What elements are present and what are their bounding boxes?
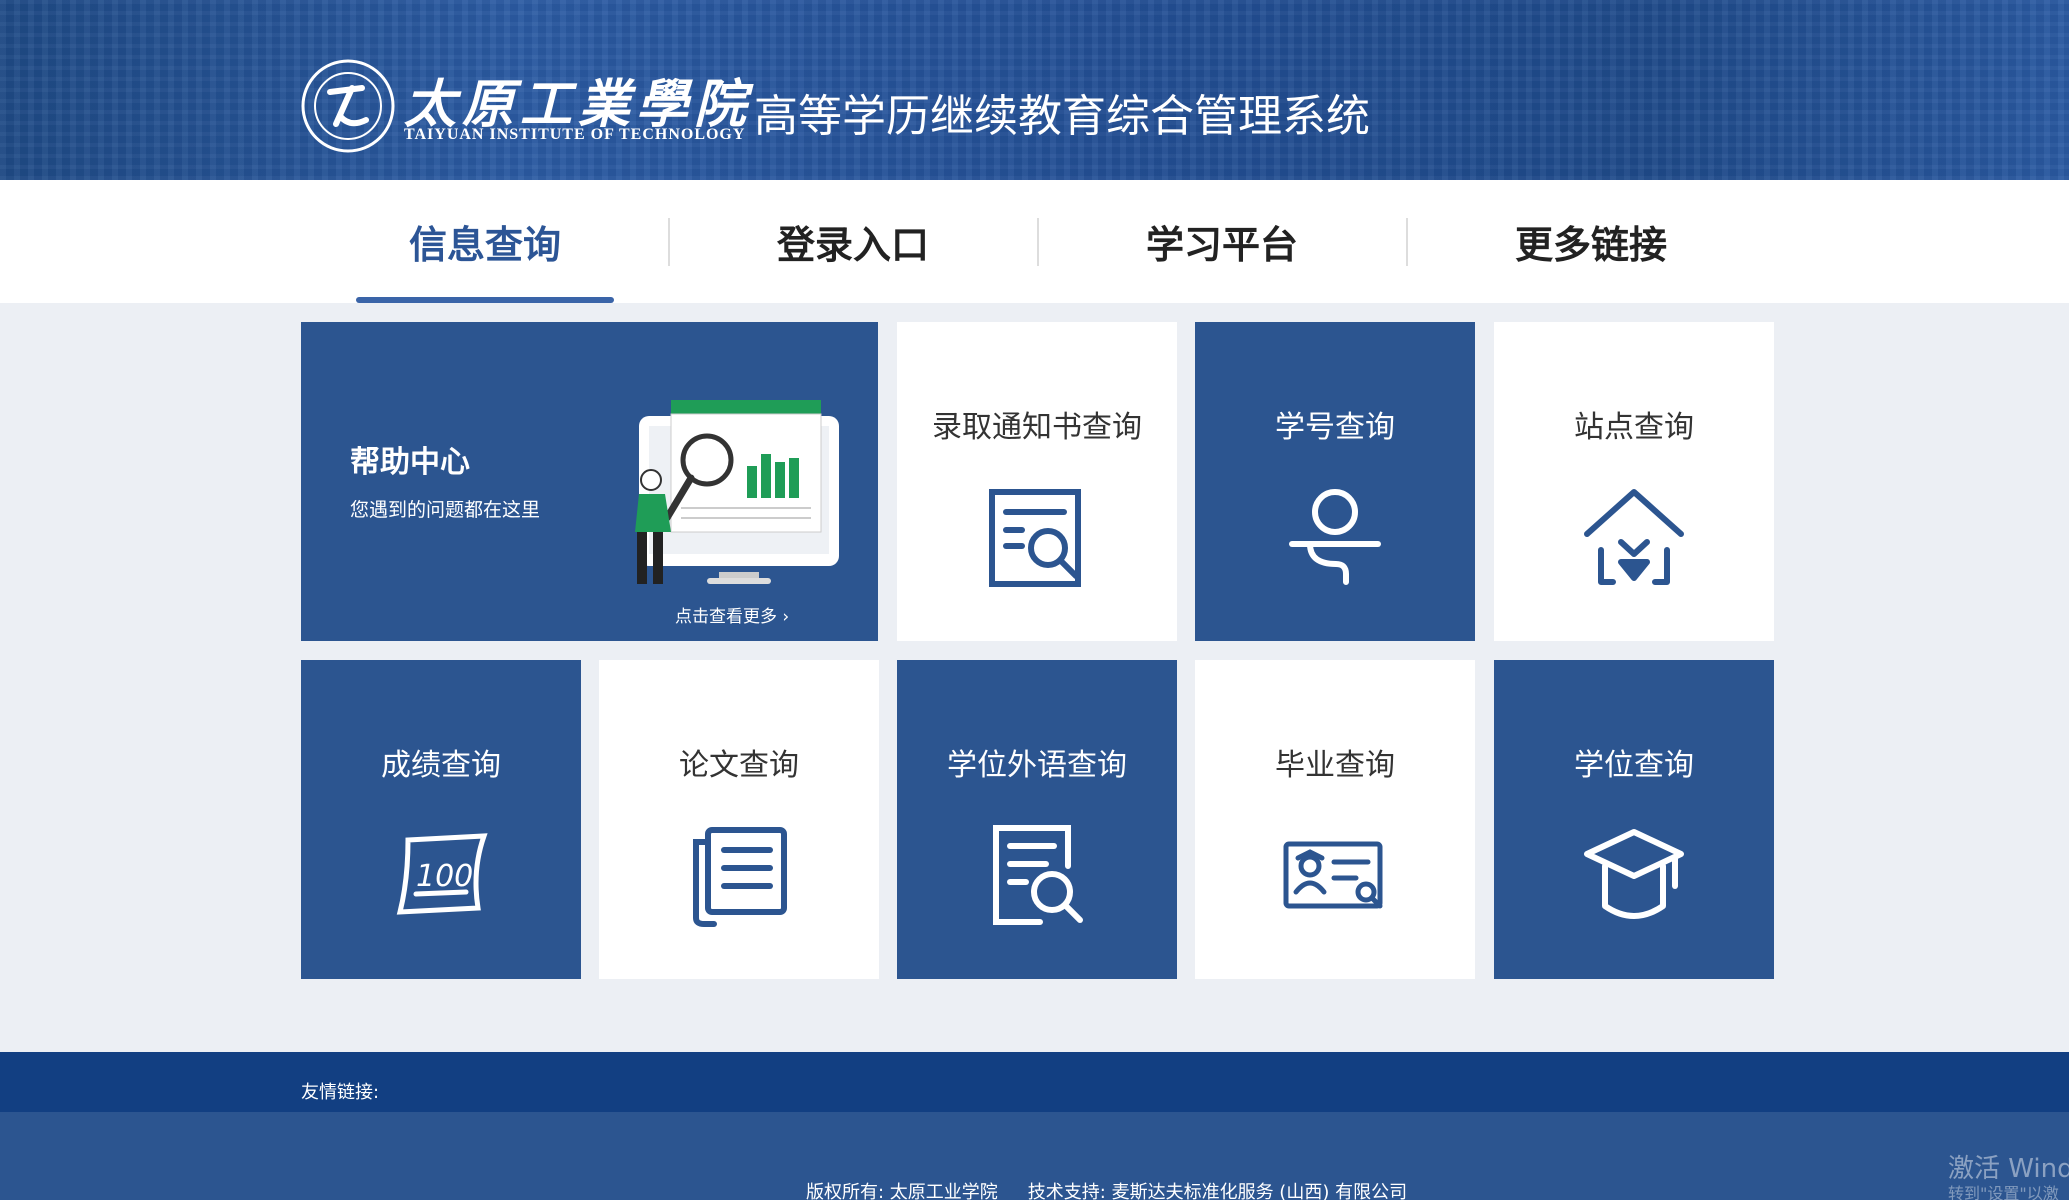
tab-info-query[interactable]: 信息查询 — [355, 180, 615, 303]
certificate-icon — [1280, 820, 1390, 930]
tile-degree-query[interactable]: 学位查询 — [1494, 660, 1774, 979]
tab-learning-platform[interactable]: 学习平台 — [1092, 180, 1352, 303]
tab-login[interactable]: 登录入口 — [723, 180, 983, 303]
help-center-subtitle: 您遇到的问题都在这里 — [350, 499, 541, 521]
document-list-icon — [684, 820, 794, 930]
tile-label: 站点查询 — [1574, 410, 1694, 445]
help-view-more-link[interactable]: 点击查看更多 › — [675, 602, 789, 627]
help-illustration-icon — [621, 392, 851, 602]
tile-score-query[interactable]: 成绩查询 100 — [301, 660, 581, 979]
tile-student-id-query[interactable]: 学号查询 — [1195, 322, 1475, 641]
tile-label: 学号查询 — [1275, 410, 1395, 445]
friendly-links-label: 友情链接: — [301, 1082, 380, 1103]
nav-divider — [1406, 218, 1408, 266]
windows-activation-hint: 转到"设置"以激 — [1948, 1184, 2059, 1200]
school-logo-icon — [300, 58, 396, 154]
tile-label: 成绩查询 — [381, 748, 501, 783]
tile-label: 学位外语查询 — [947, 748, 1127, 783]
logo-english-name: TAIYUAN INSTITUTE OF TECHNOLOGY — [404, 126, 746, 143]
document-search-icon — [982, 820, 1092, 930]
home-location-icon — [1579, 482, 1689, 592]
tab-more-links[interactable]: 更多链接 — [1461, 180, 1721, 303]
search-document-icon — [982, 482, 1092, 592]
tile-admission-query[interactable]: 录取通知书查询 — [897, 322, 1177, 641]
header-banner: 太原工業學院 TAIYUAN INSTITUTE OF TECHNOLOGY 高… — [0, 0, 2069, 180]
tile-label: 论文查询 — [679, 748, 799, 783]
copyright-owner: 版权所有: 太原工业学院 — [806, 1182, 998, 1200]
active-tab-indicator — [356, 297, 614, 303]
technical-support: 技术支持: 麦斯达夫标准化服务 (山西) 有限公司 — [1027, 1182, 1408, 1200]
tile-label: 录取通知书查询 — [932, 410, 1142, 445]
help-center-title: 帮助中心 — [350, 445, 470, 480]
graduation-cap-icon — [1579, 820, 1689, 930]
tile-label: 毕业查询 — [1275, 748, 1395, 783]
score-100-icon: 100 — [386, 820, 496, 930]
copyright-text: 版权所有: 太原工业学院 技术支持: 麦斯达夫标准化服务 (山西) 有限公司 — [806, 1178, 1407, 1200]
user-id-icon — [1280, 482, 1390, 592]
tile-graduation-query[interactable]: 毕业查询 — [1195, 660, 1475, 979]
nav-divider — [668, 218, 670, 266]
tile-station-query[interactable]: 站点查询 — [1494, 322, 1774, 641]
help-center-tile[interactable]: 帮助中心 您遇到的问题都在这里 点击查看更多 › — [301, 322, 878, 641]
tile-thesis-query[interactable]: 论文查询 — [599, 660, 879, 979]
tile-foreign-language-query[interactable]: 学位外语查询 — [897, 660, 1177, 979]
nav-divider — [1037, 218, 1039, 266]
system-title: 高等学历继续教育综合管理系统 — [754, 91, 1370, 142]
tile-label: 学位查询 — [1574, 748, 1694, 783]
svg-text:100: 100 — [416, 859, 473, 894]
main-nav: 信息查询 登录入口 学习平台 更多链接 — [0, 180, 2069, 303]
